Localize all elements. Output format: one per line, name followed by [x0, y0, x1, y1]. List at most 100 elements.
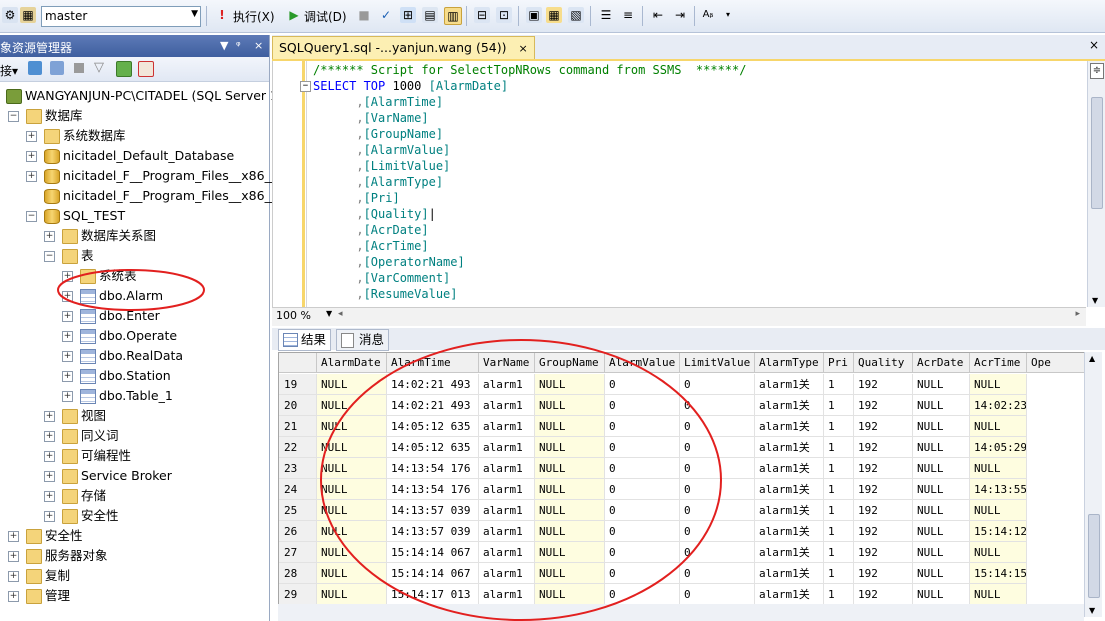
filter-icon[interactable]: ▽	[94, 60, 104, 75]
column-header[interactable]: AlarmType	[755, 353, 824, 373]
grid-cell[interactable]: 0	[680, 500, 755, 521]
grid-cell[interactable]: 0	[680, 416, 755, 437]
grid-cell[interactable]: 14:02:23 793	[970, 395, 1027, 416]
grid-cell[interactable]: NULL	[970, 458, 1027, 479]
close-document-icon[interactable]: ×	[1089, 38, 1099, 52]
grid-cell[interactable]: NULL	[317, 437, 387, 458]
object-explorer-icon[interactable]: ⚙	[2, 7, 18, 23]
grid-cell[interactable]: 1	[824, 542, 854, 563]
grid-cell[interactable]: NULL	[535, 563, 605, 584]
grid-cell[interactable]: NULL	[913, 458, 970, 479]
toolbar-overflow-icon[interactable]: ▾	[720, 7, 736, 23]
grid-cell[interactable]: NULL	[913, 437, 970, 458]
grid-cell[interactable]: NULL	[913, 416, 970, 437]
grid-cell[interactable]: NULL	[535, 395, 605, 416]
debug-play-icon[interactable]: ▶	[286, 7, 302, 23]
results-to-text-icon[interactable]: ▣	[526, 7, 542, 23]
grid-cell[interactable]: 0	[605, 479, 680, 500]
column-header[interactable]: AlarmDate	[317, 353, 387, 373]
increase-indent-icon[interactable]: ⇥	[672, 7, 688, 23]
grid-cell[interactable]: 0	[605, 416, 680, 437]
grid-cell[interactable]: 14:13:57 039	[387, 521, 479, 542]
grid-cell[interactable]: 192	[854, 584, 913, 605]
grid-cell[interactable]: 0	[680, 395, 755, 416]
grid-cell[interactable]: NULL	[317, 521, 387, 542]
grid-cell[interactable]: NULL	[317, 500, 387, 521]
grid-cell[interactable]: 15:14:15 751	[970, 563, 1027, 584]
grid-cell[interactable]: 14:02:21 493	[387, 395, 479, 416]
tree-node[interactable]: + 数据库关系图	[0, 226, 269, 246]
grid-hscrollbar[interactable]	[278, 604, 1084, 621]
grid-cell[interactable]: NULL	[970, 374, 1027, 395]
row-number[interactable]: 28	[279, 563, 317, 584]
tree-node[interactable]: + dbo.Table_1	[0, 386, 269, 406]
grid-cell[interactable]: NULL	[913, 584, 970, 605]
grid-cell[interactable]: 1	[824, 437, 854, 458]
tree-node[interactable]: + nicitadel_Default_Database	[0, 146, 269, 166]
tree-node[interactable]: − 表	[0, 246, 269, 266]
grid-cell[interactable]: NULL	[913, 542, 970, 563]
display-plan-icon[interactable]: ⊞	[400, 7, 416, 23]
grid-cell[interactable]: 14:05:12 635	[387, 437, 479, 458]
stop-icon[interactable]: ■	[356, 7, 372, 23]
grid-cell[interactable]: 0	[680, 374, 755, 395]
grid-cell[interactable]: 15:14:17 013	[387, 584, 479, 605]
tree-node[interactable]: + 系统数据库	[0, 126, 269, 146]
tree-node[interactable]: + dbo.Station	[0, 366, 269, 386]
grid-cell[interactable]: 0	[605, 500, 680, 521]
expand-icon[interactable]: +	[44, 411, 55, 422]
row-number[interactable]: 29	[279, 584, 317, 605]
grid-cell[interactable]: 0	[680, 542, 755, 563]
grid-cell[interactable]: 15:14:14 067	[387, 563, 479, 584]
refresh-icon[interactable]	[116, 61, 132, 77]
tree-node[interactable]: − 数据库	[0, 106, 269, 126]
row-number[interactable]: 26	[279, 521, 317, 542]
collapse-block-icon[interactable]: −	[300, 81, 311, 92]
debug-button[interactable]: 调试(D)	[304, 8, 347, 25]
results-grid-toggle-icon[interactable]: ▦	[546, 7, 562, 23]
grid-cell[interactable]: 1	[824, 563, 854, 584]
column-header[interactable]: AcrTime	[970, 353, 1027, 373]
grid-cell[interactable]: NULL	[317, 395, 387, 416]
column-header[interactable]: VarName	[479, 353, 535, 373]
grid-cell[interactable]: 192	[854, 563, 913, 584]
grid-cell[interactable]: NULL	[913, 395, 970, 416]
grid-cell[interactable]: NULL	[970, 416, 1027, 437]
grid-cell[interactable]: 14:13:55 754	[970, 479, 1027, 500]
grid-cell[interactable]: NULL	[535, 458, 605, 479]
column-header[interactable]: GroupName	[535, 353, 605, 373]
results-to-grid-icon[interactable]: ▥	[444, 7, 462, 25]
grid-cell[interactable]: 1	[824, 395, 854, 416]
grid-cell[interactable]: alarm1关	[755, 395, 824, 416]
column-header[interactable]: AlarmValue	[605, 353, 680, 373]
grid-cell[interactable]: alarm1	[479, 395, 535, 416]
specify-values-icon[interactable]: Aᵦ	[700, 7, 716, 23]
grid-cell[interactable]: 192	[854, 437, 913, 458]
grid-cell[interactable]: alarm1	[479, 479, 535, 500]
grid-cell[interactable]: alarm1	[479, 521, 535, 542]
grid-cell[interactable]: alarm1关	[755, 479, 824, 500]
grid-cell[interactable]: NULL	[913, 500, 970, 521]
results-to-file-icon[interactable]: ▧	[568, 7, 584, 23]
grid-cell[interactable]: 15:14:12 850	[970, 521, 1027, 542]
tree-node[interactable]: + 复制	[0, 566, 269, 586]
grid-cell[interactable]: 1	[824, 374, 854, 395]
expand-icon[interactable]: +	[62, 271, 73, 282]
grid-cell[interactable]: alarm1关	[755, 458, 824, 479]
grid-cell[interactable]: 0	[605, 374, 680, 395]
row-number[interactable]: 23	[279, 458, 317, 479]
tab-sqlquery1[interactable]: SQLQuery1.sql -...yanjun.wang (54)) ×	[272, 36, 535, 59]
query-editor[interactable]: − /****** Script for SelectTopNRows comm…	[272, 61, 1087, 307]
column-header[interactable]: Quality	[854, 353, 913, 373]
activity-monitor-icon[interactable]	[138, 61, 154, 77]
expand-icon[interactable]: +	[26, 131, 37, 142]
scroll-thumb[interactable]	[1091, 97, 1103, 209]
grid-cell[interactable]: NULL	[317, 458, 387, 479]
grid-cell[interactable]: alarm1	[479, 416, 535, 437]
connect-button[interactable]: 接▾	[0, 62, 18, 79]
zoom-dropdown-icon[interactable]: ▼	[326, 309, 332, 318]
tab-close-icon[interactable]: ×	[518, 42, 527, 55]
grid-cell[interactable]: NULL	[970, 584, 1027, 605]
tree-node[interactable]: − SQL_TEST	[0, 206, 269, 226]
execute-icon[interactable]: !	[214, 7, 230, 23]
